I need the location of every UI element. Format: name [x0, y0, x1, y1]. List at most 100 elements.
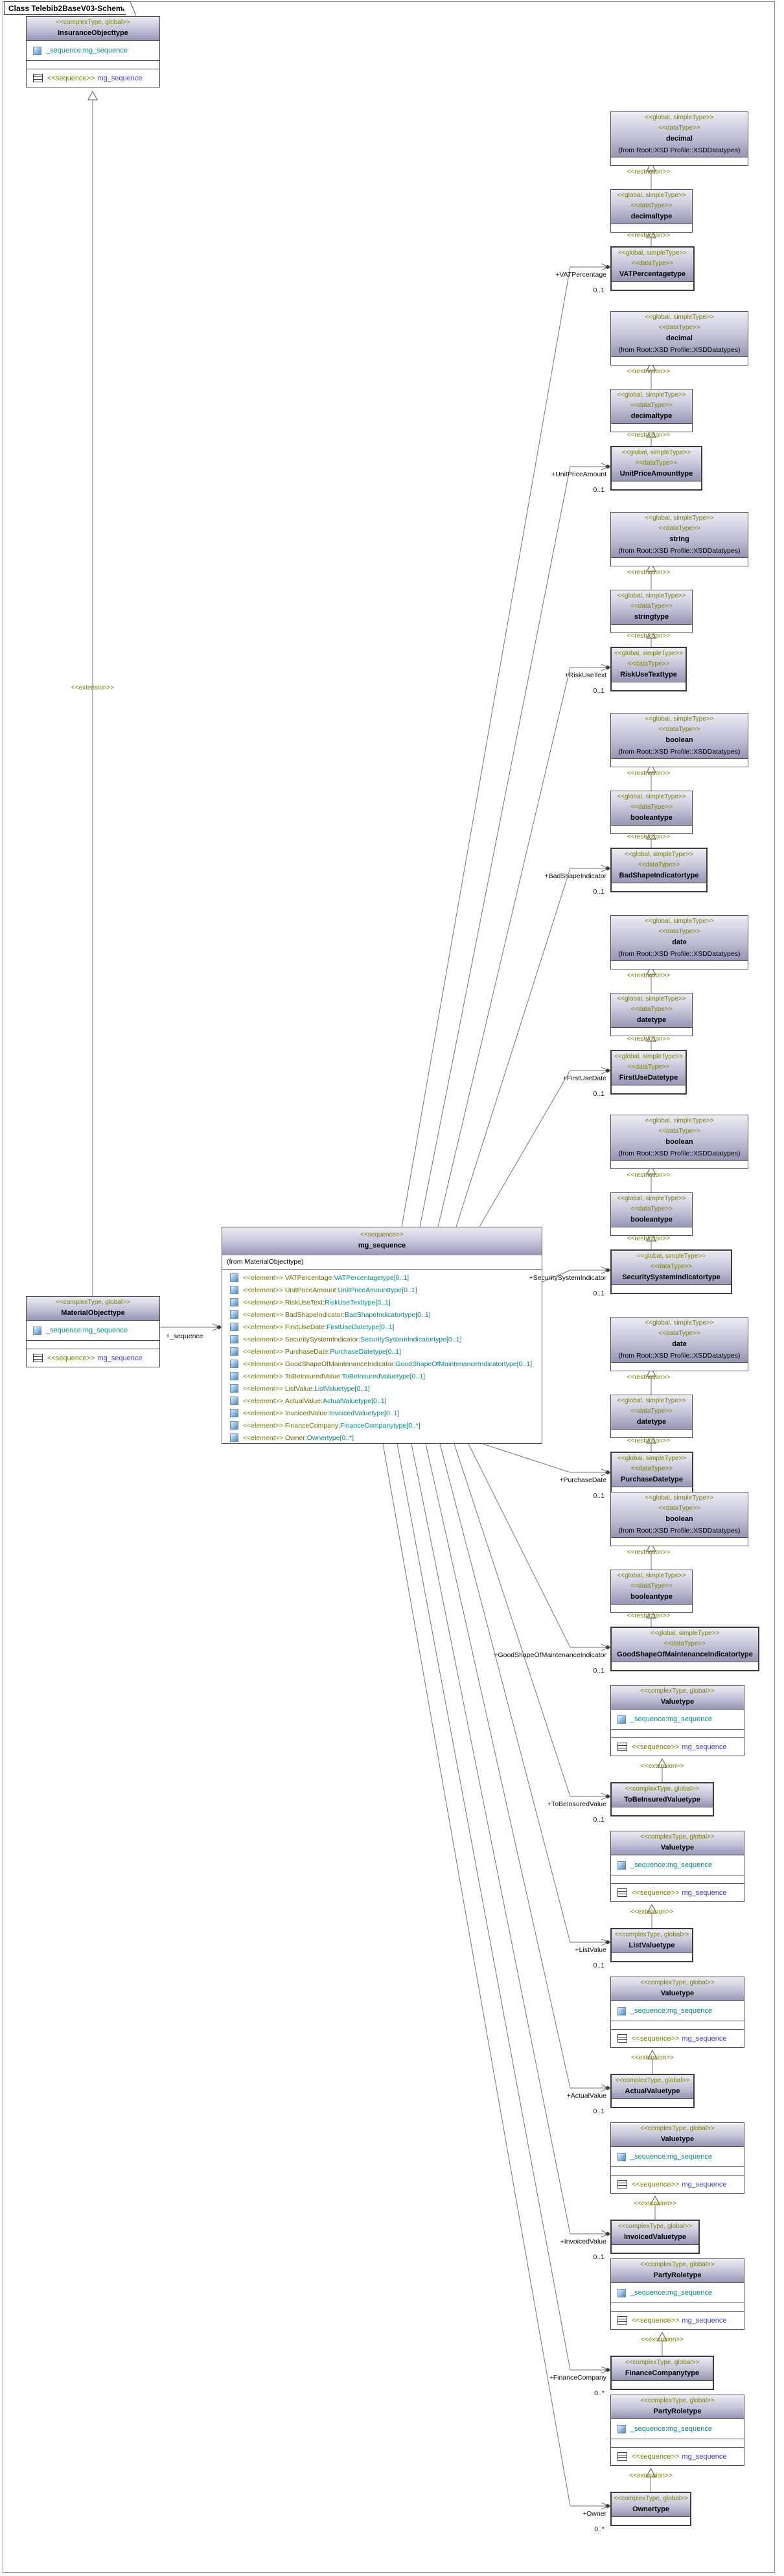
multiplicity-label: 0..1 — [593, 1816, 605, 1824]
relation-stereotype-label: <<restriction>> — [610, 833, 687, 841]
class-Valuetype[interactable]: <<complexType, global>>Valuetype_sequenc… — [610, 1685, 744, 1756]
element-text: <<element>> BadShapeIndicatorBadShapeInd… — [243, 1311, 431, 1319]
class-mg_sequence[interactable]: <<sequence>> mg_sequence (from MaterialO… — [222, 1227, 542, 1444]
class-header: <<global, simpleType>><<dataType>>date(f… — [611, 916, 748, 960]
element-type: ListValuetype — [314, 1385, 354, 1393]
class-datetype[interactable]: <<global, simpleType>><<dataType>>datety… — [610, 1395, 693, 1438]
stereotype-label: <<dataType>> — [612, 859, 706, 870]
class-name: Valuetype — [611, 1696, 744, 1709]
sequence-icon — [617, 2180, 627, 2188]
element-icon — [230, 1421, 238, 1430]
class-stringtype[interactable]: <<global, simpleType>><<dataType>>string… — [610, 590, 693, 633]
class-PartyRoletype[interactable]: <<complexType, global>>PartyRoletype_seq… — [610, 2258, 744, 2330]
class-RiskUseTexttype[interactable]: <<global, simpleType>><<dataType>>RiskUs… — [610, 647, 687, 691]
stereotype-label: <<global, simpleType>> — [612, 648, 686, 658]
class-Valuetype[interactable]: <<complexType, global>>Valuetype_sequenc… — [610, 1977, 744, 2048]
class-ActualValuetype[interactable]: <<complexType, global>>ActualValuetype — [610, 2074, 695, 2108]
class-decimal[interactable]: <<global, simpleType>><<dataType>>decima… — [610, 311, 748, 366]
class-boolean[interactable]: <<global, simpleType>><<dataType>>boolea… — [610, 1115, 748, 1169]
empty-compartment — [611, 1160, 748, 1168]
class-Ownertype[interactable]: <<complexType, global>>Ownertype — [610, 2492, 691, 2526]
class-SecuritySystemIndicatortype[interactable]: <<global, simpleType>><<dataType>>Securi… — [610, 1249, 732, 1294]
empty-compartment — [611, 960, 748, 969]
association-label: +GoodShapeOfMaintenanceIndicator — [494, 1651, 606, 1659]
class-name: boolean — [611, 1136, 748, 1149]
element-row: <<element>> FirstUseDateFirstUseDatetype… — [222, 1321, 542, 1333]
relation-stereotype-label: <<restriction>> — [610, 1437, 687, 1445]
class-decimaltype[interactable]: <<global, simpleType>><<dataType>>decima… — [610, 189, 693, 233]
from-label: (from MaterialObjecttype) — [222, 1255, 542, 1270]
multiplicity-label: 0..1 — [593, 1962, 605, 1969]
element-stereotype: <<element>> — [243, 1323, 283, 1331]
association-label: +FinanceCompany — [549, 2374, 606, 2382]
empty-compartment — [612, 883, 706, 891]
stereotype-label: <<complexType, global>> — [611, 1977, 744, 1988]
sequence-stereotype: <<sequence>> — [47, 1354, 95, 1362]
element-icon — [230, 1323, 238, 1331]
stereotype-label: <<global, simpleType>> — [611, 389, 692, 400]
element-type: Ownertype — [307, 1434, 340, 1442]
class-booleantype[interactable]: <<global, simpleType>><<dataType>>boolea… — [610, 791, 693, 834]
empty-compartment — [611, 1429, 692, 1437]
class-date[interactable]: <<global, simpleType>><<dataType>>date(f… — [610, 1317, 748, 1371]
class-PartyRoletype[interactable]: <<complexType, global>>PartyRoletype_seq… — [610, 2395, 744, 2466]
element-icon — [230, 1335, 238, 1343]
association-label: +_sequence — [166, 1332, 203, 1340]
attribute-icon — [617, 2289, 626, 2297]
element-name: ToBeInsuredValue — [285, 1373, 342, 1380]
class-booleantype[interactable]: <<global, simpleType>><<dataType>>boolea… — [610, 1192, 693, 1236]
element-icon — [230, 1409, 238, 1417]
class-PurchaseDatetype[interactable]: <<global, simpleType>><<dataType>>Purcha… — [610, 1452, 693, 1496]
relation-stereotype-label: <<restriction>> — [610, 1374, 687, 1381]
class-ListValuetype[interactable]: <<complexType, global>>ListValuetype — [610, 1928, 693, 1962]
class-VATPercentagetype[interactable]: <<global, simpleType>><<dataType>>VATPer… — [610, 246, 695, 291]
class-GoodShapeOfMaintenanceIndicatortype[interactable]: <<global, simpleType>><<dataType>>GoodSh… — [610, 1627, 759, 1671]
class-header: <<global, simpleType>><<dataType>>FirstU… — [612, 1051, 686, 1085]
stereotype-label: <<dataType>> — [611, 1581, 692, 1591]
empty-compartment — [611, 1362, 748, 1371]
element-cardinality: [0..1] — [371, 1397, 386, 1405]
class-date[interactable]: <<global, simpleType>><<dataType>>date(f… — [610, 915, 748, 969]
attribute-text: _sequencemg_sequence — [630, 2153, 712, 2161]
diagram-title-tab: Class Telebib2BaseV03-Schema — [4, 1, 130, 15]
class-string[interactable]: <<global, simpleType>><<dataType>>string… — [610, 512, 748, 566]
class-boolean[interactable]: <<global, simpleType>><<dataType>>boolea… — [610, 1492, 748, 1546]
class-FinanceCompanytype[interactable]: <<complexType, global>>FinanceCompanytyp… — [610, 2356, 714, 2390]
class-InvoicedValuetype[interactable]: <<complexType, global>>InvoicedValuetype — [610, 2220, 700, 2254]
class-decimal[interactable]: <<global, simpleType>><<dataType>>decima… — [610, 111, 748, 166]
class-ToBeInsuredValuetype[interactable]: <<complexType, global>>ToBeInsuredValuet… — [610, 1782, 714, 1816]
attribute-type: mg_sequence — [667, 2425, 712, 2433]
class-name: Valuetype — [611, 1988, 744, 2001]
sequence-stereotype: <<sequence>> — [632, 2317, 679, 2325]
stereotype-label: <<complexType, global>> — [612, 2493, 690, 2503]
multiplicity-label: 0..* — [594, 2389, 605, 2397]
class-UnitPriceAmounttype[interactable]: <<global, simpleType>><<dataType>>UnitPr… — [610, 446, 702, 491]
class-BadShapeIndicatortype[interactable]: <<global, simpleType>><<dataType>>BadSha… — [610, 848, 708, 892]
element-icon — [230, 1286, 238, 1294]
relation-stereotype-label: <<restriction>> — [610, 569, 687, 576]
element-stereotype: <<element>> — [243, 1397, 283, 1405]
empty-compartment — [611, 157, 748, 165]
class-datetype[interactable]: <<global, simpleType>><<dataType>>datety… — [610, 993, 693, 1036]
element-cardinality: [0..1] — [517, 1360, 532, 1368]
class-decimaltype[interactable]: <<global, simpleType>><<dataType>>decima… — [610, 389, 693, 432]
class-name: booleantype — [611, 1591, 692, 1604]
sequence-name: mg_sequence — [682, 2035, 726, 2043]
relation-stereotype-label: <<restriction>> — [610, 1235, 687, 1242]
class-FirstUseDatetype[interactable]: <<global, simpleType>><<dataType>>FirstU… — [610, 1050, 687, 1095]
sequence-row: <<sequence>>mg_sequence — [611, 2175, 744, 2193]
class-Valuetype[interactable]: <<complexType, global>>Valuetype_sequenc… — [610, 1831, 744, 1902]
element-cardinality: [0..1] — [415, 1311, 430, 1319]
stereotype-label: <<complexType, global>> — [611, 2395, 744, 2406]
empty-compartment — [612, 1662, 758, 1670]
class-booleantype[interactable]: <<global, simpleType>><<dataType>>boolea… — [610, 1570, 693, 1613]
class-Valuetype[interactable]: <<complexType, global>>Valuetype_sequenc… — [610, 2122, 744, 2194]
attribute-type: mg_sequence — [667, 1861, 712, 1869]
attribute-row: _sequencemg_sequence — [611, 2282, 744, 2303]
class-boolean[interactable]: <<global, simpleType>><<dataType>>boolea… — [610, 713, 748, 767]
class-MaterialObjecttype[interactable]: <<complexType, global>> MaterialObjectty… — [26, 1296, 160, 1367]
element-icon — [230, 1310, 238, 1319]
class-InsuranceObjecttype[interactable]: <<complexType, global>> InsuranceObjectt… — [26, 16, 160, 87]
element-type: ToBeInsuredValuetype — [342, 1373, 410, 1380]
element-stereotype: <<element>> — [243, 1311, 283, 1319]
